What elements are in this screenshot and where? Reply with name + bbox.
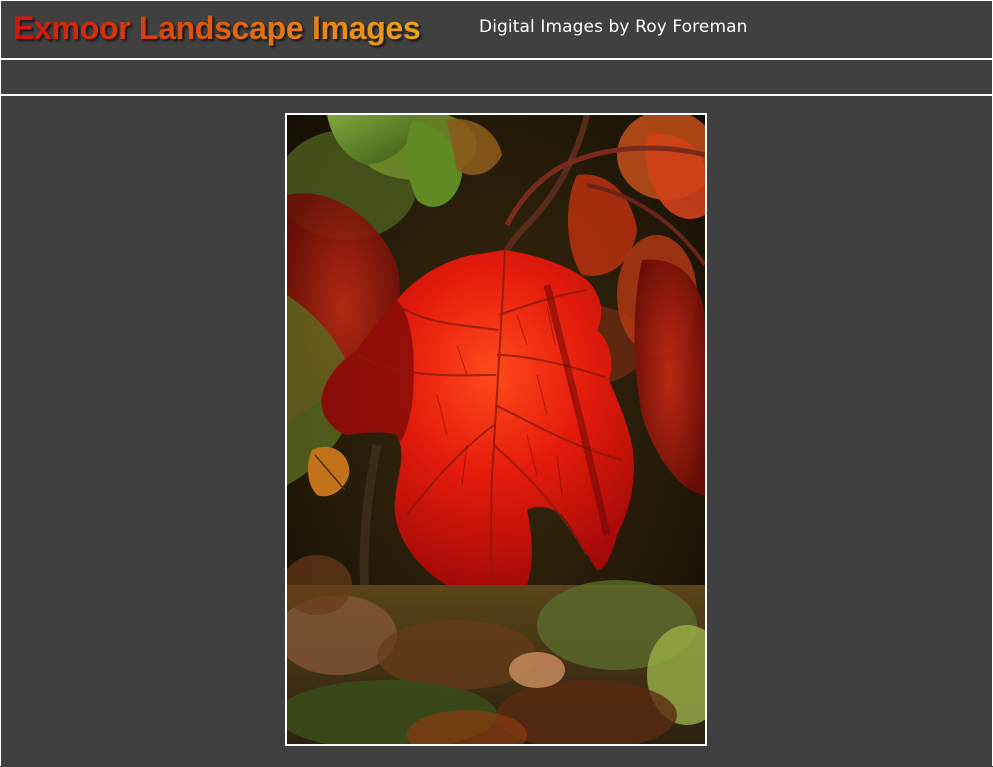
red-leaf-photo-image — [287, 115, 705, 744]
nav-divider — [1, 94, 992, 96]
site-subtitle: Digital Images by Roy Foreman — [479, 17, 748, 37]
site-header: Exmoor Landscape Images Digital Images b… — [1, 1, 992, 58]
site-title[interactable]: Exmoor Landscape Images — [13, 10, 421, 47]
main-photo[interactable] — [285, 113, 707, 746]
navigation-bar — [1, 60, 992, 94]
